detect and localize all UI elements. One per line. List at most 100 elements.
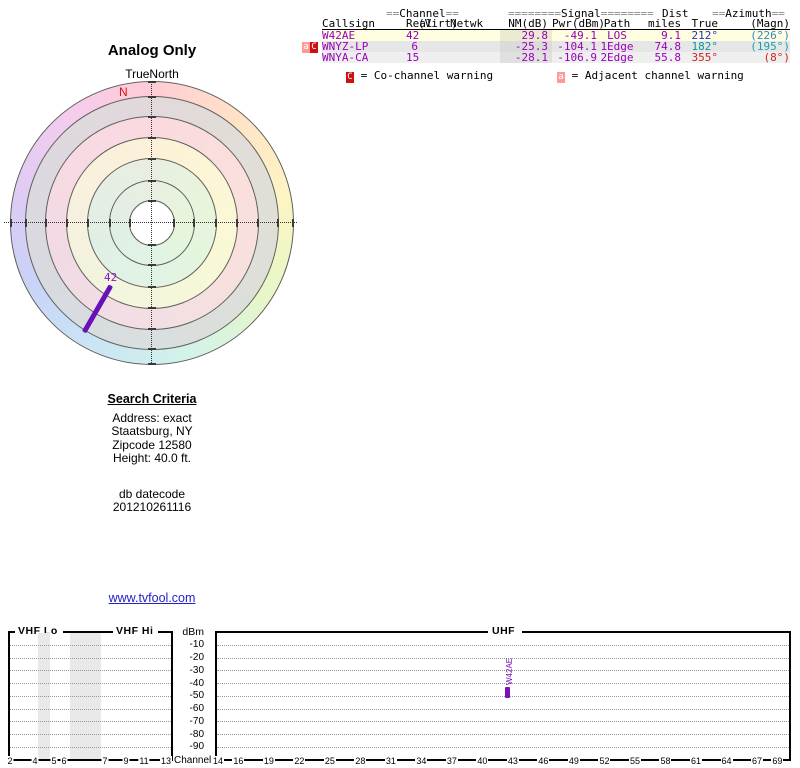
dbm-tick-label: -20 (189, 652, 204, 663)
axis-tick (148, 328, 156, 330)
cell-netwk (450, 41, 483, 52)
gridline-uhf (217, 708, 789, 710)
axis-tick (148, 286, 156, 288)
dbm-tick-label: -50 (189, 690, 204, 702)
gridline-uhf (217, 657, 789, 659)
axis-tick (148, 96, 156, 98)
channel-tick-64: 64 (720, 755, 733, 766)
axis-tick (148, 363, 156, 365)
axis-tick (148, 264, 156, 266)
dbm-tick-label: -60 (189, 703, 204, 714)
col-header-netwk: Netwk (450, 17, 484, 30)
gridline-vhf (10, 670, 171, 672)
axis-tick (173, 219, 175, 227)
cell-path: 2Edge (600, 51, 634, 64)
channel-tick-69: 69 (771, 755, 784, 766)
cell-virt (418, 30, 450, 41)
axis-tick (10, 219, 12, 227)
search-criteria-line: Staatsburg, NY (111, 424, 193, 439)
channel-tick-7: 7 (101, 755, 109, 766)
spacer-cell (634, 52, 648, 63)
axis-tick (148, 348, 156, 350)
table-row-WNYZ-LP: WNYZ-LP 6 -25.3 -104.1 1Edge 74.8 182° (195°) (322, 41, 790, 52)
warning-badge-a: a (302, 42, 310, 53)
channel-tick-31: 31 (384, 755, 397, 766)
channel-tick-14: 14 (211, 755, 225, 766)
tvfool-link[interactable]: www.tvfool.com (109, 591, 196, 605)
section-title-vhf-hi: VHF Hi (116, 625, 154, 637)
channel-tick-52: 52 (598, 755, 611, 766)
channel-tick-46: 46 (537, 755, 550, 766)
axis-tick (129, 219, 131, 227)
axis-tick (215, 219, 217, 227)
gridline-vhf (10, 708, 171, 710)
channel-tick-4: 4 (31, 755, 39, 766)
channel-tick-19: 19 (262, 755, 275, 766)
dbm-tick-label: -30 (189, 664, 204, 676)
warning-badge-group-WNYZ-LP: aC (302, 42, 318, 53)
axis-tick (148, 116, 156, 118)
uhf-signal-bar-w42ae (505, 687, 510, 698)
axis-tick (148, 158, 156, 160)
axis-tick (292, 219, 294, 227)
axis-tick (109, 219, 111, 227)
channel-tick-49: 49 (567, 755, 580, 766)
axis-tick (148, 200, 156, 202)
channel-tick-16: 16 (232, 755, 245, 766)
db-datecode: db datecode 201210261116 (52, 487, 252, 515)
warning-badge-C: C (310, 42, 318, 53)
spacer-cell (718, 19, 742, 30)
legend-item-a: a = Adjacent channel warning (557, 70, 744, 83)
dbm-tick-label: -80 (189, 728, 204, 740)
datecode-line: 201210261116 (112, 500, 192, 515)
gridline-vhf (10, 683, 171, 684)
axis-tick (193, 219, 195, 227)
dbm-tick-label: -90 (189, 741, 204, 753)
cell-virt (418, 41, 450, 52)
spacer-cell (483, 52, 500, 63)
polar-title: Analog Only (107, 42, 197, 59)
spacer-cell (718, 30, 742, 41)
dbm-tick-label: -40 (189, 677, 204, 689)
channel-tick-61: 61 (689, 755, 702, 766)
spacer-cell (634, 19, 648, 30)
spacer-cell (483, 19, 500, 30)
cell-netwk (450, 30, 483, 41)
channel-axis-label: Channel (174, 755, 212, 766)
axis-tick (236, 219, 238, 227)
cell-true: 355° (691, 51, 719, 64)
gridline-uhf (217, 746, 789, 748)
axis-tick (25, 219, 27, 227)
signal-beam-label: 42 (104, 271, 118, 284)
channel-tick-58: 58 (659, 755, 672, 766)
cell-pwr: -106.9 (557, 51, 597, 64)
legend-badge-C: C (346, 72, 354, 83)
table-row-WNYA-CA: WNYA-CA 15 -28.1 -106.9 2Edge 55.8 355° (8°) (322, 52, 790, 63)
polar-plot (10, 81, 294, 365)
search-criteria-line: Height: 40.0 ft. (112, 451, 192, 466)
table-column-header-row: Callsign Real (Virt) Netwk NM(dB) Pwr(dBm) Pat… (322, 17, 790, 30)
spacer-cell (718, 52, 742, 63)
axis-tick (87, 219, 89, 227)
spacer-cell (483, 41, 500, 52)
tvfool-report: ==Channel== ========Signal======== Dist … (0, 0, 800, 768)
uhf-right-border (789, 631, 791, 761)
axis-tick (148, 137, 156, 139)
vhf-top-border-2 (63, 631, 113, 633)
gridline-uhf (217, 683, 789, 684)
true-north-label: TrueNorth (125, 67, 179, 81)
search-criteria-lines: Address: exact Staatsburg, NY Zipcode 1258… (52, 411, 252, 466)
legend-item-C: C = Co-channel warning (346, 70, 493, 83)
cell-real: 15 (406, 51, 420, 64)
channel-tick-9: 9 (122, 755, 130, 766)
gridline-uhf (217, 695, 789, 697)
axis-tick (277, 219, 279, 227)
channel-tick-6: 6 (60, 755, 68, 766)
axis-tick (148, 307, 156, 309)
search-criteria-line: Zipcode 12580 (112, 437, 192, 452)
section-title-uhf: UHF (492, 625, 516, 637)
gridline-vhf (10, 657, 171, 659)
dbm-axis-label: dBm (182, 626, 204, 638)
spacer-cell (718, 41, 742, 52)
cell-virt (418, 52, 450, 63)
